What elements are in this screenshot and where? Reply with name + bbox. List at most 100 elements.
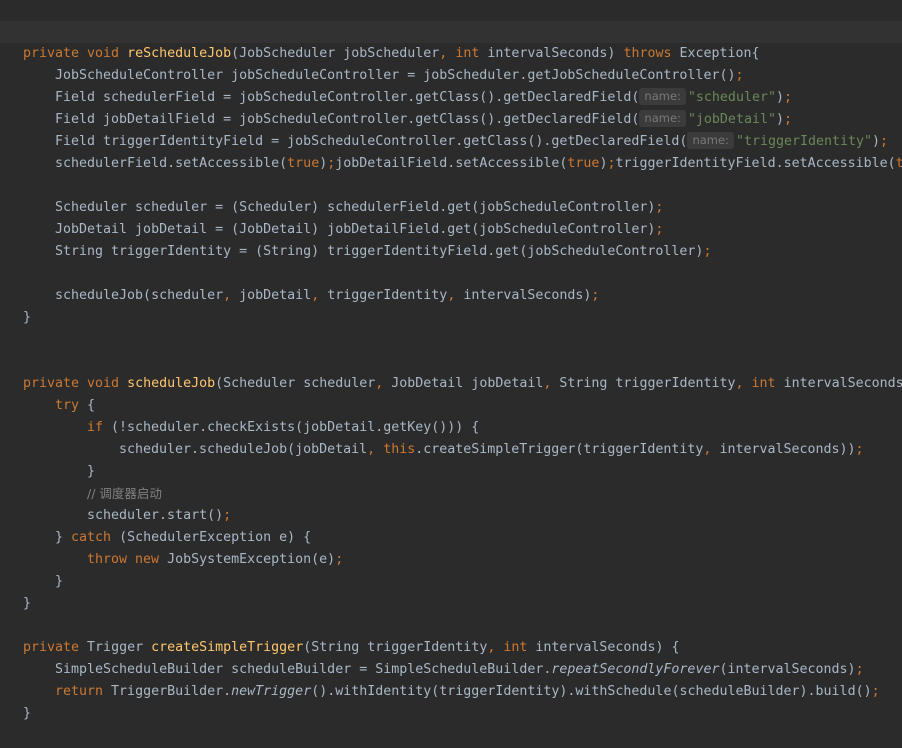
code-token: Field triggerIdentityField = jobSchedule… bbox=[55, 134, 688, 149]
code-token: , bbox=[487, 640, 504, 655]
code-line-text: // 调度器启动 bbox=[87, 483, 162, 506]
code-line[interactable]: private Trigger createSimpleTrigger(Stri… bbox=[0, 637, 902, 659]
code-token: } bbox=[23, 706, 32, 721]
code-token: jobDetail bbox=[239, 288, 312, 303]
code-line[interactable]: schedulerField.setAccessible(true);jobDe… bbox=[0, 153, 902, 175]
code-line-text: } catch (SchedulerException e) { bbox=[55, 527, 311, 549]
code-token: schedulerField.setAccessible( bbox=[55, 156, 288, 171]
code-line-text: } bbox=[23, 593, 31, 615]
code-line[interactable]: JobDetail jobDetail = (JobDetail) jobDet… bbox=[0, 219, 902, 241]
code-line[interactable]: Scheduler scheduler = (Scheduler) schedu… bbox=[0, 197, 902, 219]
code-token: , bbox=[735, 376, 752, 391]
code-token: t bbox=[895, 156, 902, 171]
code-line[interactable] bbox=[0, 263, 902, 285]
parameter-hint: name: bbox=[639, 88, 686, 105]
code-token: scheduler.start() bbox=[87, 508, 224, 523]
code-line-text: Field triggerIdentityField = jobSchedule… bbox=[55, 131, 888, 153]
code-line[interactable]: if (!scheduler.checkExists(jobDetail.get… bbox=[0, 417, 902, 439]
code-token: reScheduleJob bbox=[127, 46, 232, 61]
code-line-text: SimpleScheduleBuilder scheduleBuilder = … bbox=[55, 659, 864, 681]
code-line[interactable]: JobScheduleController jobScheduleControl… bbox=[0, 65, 902, 87]
code-token: int bbox=[503, 640, 536, 655]
code-line-text: scheduler.scheduleJob(jobDetail, this.cr… bbox=[119, 439, 864, 461]
code-token: ; bbox=[871, 684, 880, 699]
code-token: } bbox=[55, 574, 64, 589]
code-line[interactable] bbox=[0, 329, 902, 351]
code-line[interactable]: throw new JobSystemException(e); bbox=[0, 549, 902, 571]
code-token: JobDetail jobDetail = (JobDetail) jobDet… bbox=[55, 222, 656, 237]
code-token: repeatSecondlyForever bbox=[551, 662, 720, 677]
code-line[interactable]: scheduler.start(); bbox=[0, 505, 902, 527]
code-token: try bbox=[55, 398, 88, 413]
code-token: int bbox=[751, 376, 784, 391]
code-token: String triggerIdentity bbox=[559, 376, 736, 391]
code-line[interactable]: } bbox=[0, 593, 902, 615]
code-line[interactable] bbox=[0, 21, 902, 43]
code-token: (!scheduler.checkExists(jobDetail.getKey… bbox=[111, 420, 480, 435]
code-line[interactable]: return TriggerBuilder.newTrigger().withI… bbox=[0, 681, 902, 703]
code-line-text: Field jobDetailField = jobScheduleContro… bbox=[55, 109, 792, 131]
code-line[interactable] bbox=[0, 351, 902, 373]
code-line[interactable]: String triggerIdentity = (String) trigge… bbox=[0, 241, 902, 263]
code-token: ) bbox=[775, 90, 784, 105]
code-line[interactable]: scheduleJob(scheduler, jobDetail, trigge… bbox=[0, 285, 902, 307]
code-line[interactable]: scheduler.scheduleJob(jobDetail, this.cr… bbox=[0, 439, 902, 461]
code-line-text: return TriggerBuilder.newTrigger().withI… bbox=[55, 681, 880, 703]
code-line-text: if (!scheduler.checkExists(jobDetail.get… bbox=[87, 417, 479, 439]
code-line[interactable]: // 调度器启动 bbox=[0, 483, 902, 505]
code-line[interactable] bbox=[0, 175, 902, 197]
code-token: return bbox=[55, 684, 112, 699]
code-token: createSimpleTrigger bbox=[151, 640, 304, 655]
code-line[interactable]: SimpleScheduleBuilder scheduleBuilder = … bbox=[0, 659, 902, 681]
code-line[interactable] bbox=[0, 615, 902, 637]
code-line[interactable]: Field triggerIdentityField = jobSchedule… bbox=[0, 131, 902, 153]
code-token: , bbox=[703, 442, 720, 457]
code-line[interactable]: } bbox=[0, 307, 902, 329]
code-token: intervalSeconds) { bbox=[535, 640, 680, 655]
code-token: ; bbox=[855, 442, 864, 457]
code-line[interactable]: } bbox=[0, 571, 902, 593]
code-token: scheduleJob bbox=[127, 376, 216, 391]
code-token: ; bbox=[335, 552, 344, 567]
code-line[interactable]: private void reScheduleJob(JobScheduler … bbox=[0, 43, 902, 65]
code-line-text: scheduleJob(scheduler, jobDetail, trigge… bbox=[55, 285, 599, 307]
code-line[interactable]: Field schedulerField = jobScheduleContro… bbox=[0, 87, 902, 109]
code-token: JobSystemException(e) bbox=[167, 552, 336, 567]
code-line[interactable]: try { bbox=[0, 395, 902, 417]
code-line-text: JobDetail jobDetail = (JobDetail) jobDet… bbox=[55, 219, 663, 241]
code-token: ) bbox=[775, 112, 784, 127]
code-token: true bbox=[567, 156, 600, 171]
code-token: "scheduler" bbox=[687, 90, 776, 105]
code-token: ; bbox=[223, 508, 232, 523]
code-token: catch bbox=[71, 530, 120, 545]
code-token: { bbox=[87, 398, 96, 413]
code-line[interactable]: } bbox=[0, 461, 902, 483]
code-token: , bbox=[447, 288, 464, 303]
code-token: Exception{ bbox=[679, 46, 760, 61]
code-token: intervalSeconds) bbox=[487, 46, 624, 61]
code-token: triggerIdentityField.setAccessible( bbox=[615, 156, 896, 171]
code-token: SimpleScheduleBuilder scheduleBuilder = … bbox=[55, 662, 552, 677]
code-token: jobDetailField.setAccessible( bbox=[335, 156, 568, 171]
code-token: , bbox=[543, 376, 560, 391]
code-token: intervalSeconds)) bbox=[719, 442, 856, 457]
code-line[interactable]: } bbox=[0, 703, 902, 725]
code-line-text: Field schedulerField = jobScheduleContro… bbox=[55, 87, 792, 109]
code-token: (JobScheduler jobScheduler bbox=[231, 46, 440, 61]
code-line[interactable]: private void scheduleJob(Scheduler sched… bbox=[0, 373, 902, 395]
code-token: ; bbox=[783, 112, 792, 127]
code-line[interactable]: } catch (SchedulerException e) { bbox=[0, 527, 902, 549]
code-token: ; bbox=[591, 288, 600, 303]
code-token: scheduleJob(scheduler bbox=[55, 288, 224, 303]
code-token: scheduler.scheduleJob(jobDetail bbox=[119, 442, 368, 457]
code-token: ; bbox=[783, 90, 792, 105]
code-token: newTrigger bbox=[231, 684, 312, 699]
code-token: ().withIdentity(triggerIdentity).withSch… bbox=[311, 684, 872, 699]
code-editor[interactable]: private void reScheduleJob(JobScheduler … bbox=[0, 0, 902, 748]
code-line[interactable]: Field jobDetailField = jobScheduleContro… bbox=[0, 109, 902, 131]
code-line-text: scheduler.start(); bbox=[87, 505, 231, 527]
code-token: } bbox=[55, 530, 72, 545]
code-token: } bbox=[87, 464, 96, 479]
code-token: "triggerIdentity" bbox=[735, 134, 873, 149]
code-token: (Scheduler scheduler bbox=[215, 376, 376, 391]
